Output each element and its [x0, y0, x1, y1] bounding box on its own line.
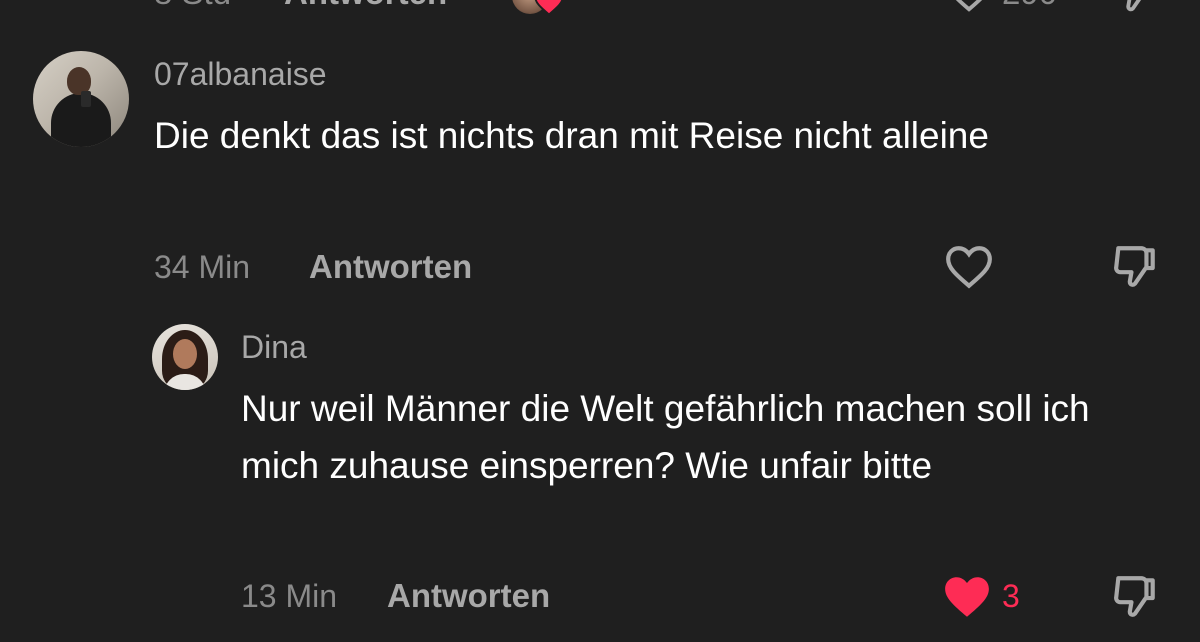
dislike-icon[interactable] [1110, 572, 1160, 622]
heart-filled-icon[interactable] [942, 574, 992, 620]
creator-heart-icon [534, 0, 564, 16]
like-icon[interactable] [944, 244, 994, 290]
reply-like-count: 3 [1002, 578, 1020, 614]
avatar[interactable] [152, 324, 218, 390]
comment-username[interactable]: 07albanaise [154, 56, 327, 93]
previous-comment-actions: 8 Std Antworten 290 [0, 0, 1200, 16]
comment-time: 34 Min [154, 249, 251, 285]
previous-comment-time: 8 Std [154, 0, 231, 12]
previous-dislike-icon[interactable] [1110, 0, 1156, 16]
avatar[interactable] [33, 51, 129, 147]
reply-reply-button[interactable]: Antworten [387, 577, 550, 615]
previous-like-icon[interactable] [946, 0, 992, 14]
reply-text: Nur weil Männer die Welt gefährlich mach… [241, 388, 1090, 486]
reply-time: 13 Min [241, 578, 338, 614]
comments-screen: 8 Std Antworten 290 07albanaise Die denk… [0, 0, 1200, 642]
previous-like-count: 290 [1002, 0, 1057, 12]
comment-text: Die denkt das ist nichts dran mit Reise … [154, 115, 989, 156]
reply-username[interactable]: Dina [241, 329, 307, 366]
previous-reply-button[interactable]: Antworten [284, 0, 447, 12]
dislike-icon[interactable] [1110, 242, 1160, 292]
reply-button[interactable]: Antworten [309, 248, 472, 286]
